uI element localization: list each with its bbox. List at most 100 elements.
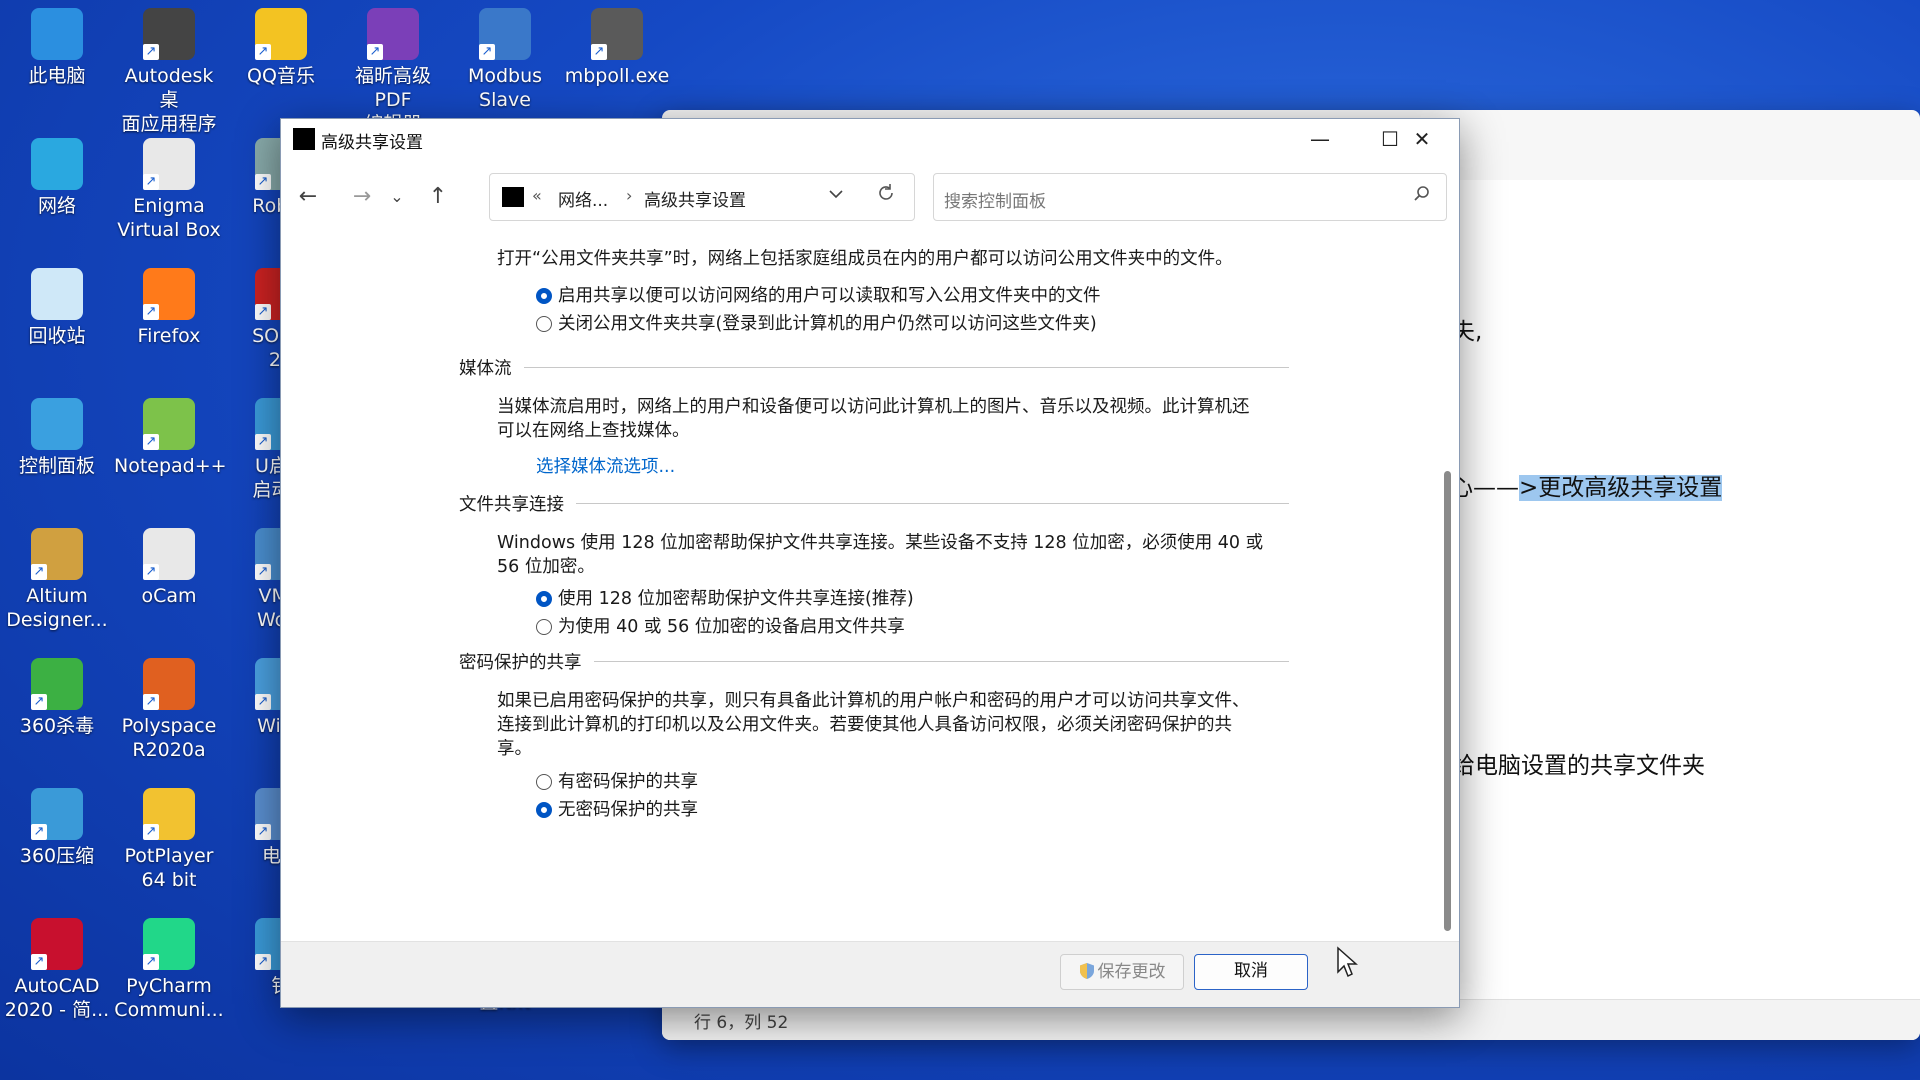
public-sharing-off-label: 关闭公用文件夹共享(登录到此计算机的用户仍然可以访问这些文件夹)	[558, 314, 1097, 334]
desktop-icon[interactable]: ↗ 360压缩	[2, 782, 112, 868]
desktop-icon-label: Modbus Slave	[467, 65, 543, 111]
media-description-line: 可以在网络上查找媒体。	[497, 421, 690, 441]
shortcut-arrow-icon: ↗	[255, 174, 271, 190]
shortcut-arrow-icon: ↗	[31, 824, 47, 840]
desktop-icon-label: 360杀毒	[19, 715, 95, 737]
close-icon: ✕	[1413, 127, 1431, 151]
close-button[interactable]: ✕	[1385, 119, 1459, 159]
desktop-icon[interactable]: 此电脑	[2, 2, 112, 88]
window-app-icon	[293, 128, 315, 150]
advanced-sharing-window[interactable]: 高级共享设置 — ☐ ✕ ← → ⌄ ↑ « 网络... › 高级共享设置 搜索…	[280, 118, 1460, 1008]
shortcut-arrow-icon: ↗	[255, 434, 271, 450]
radio-selected[interactable]	[536, 288, 552, 304]
notepad-line: 心——>更改高级共享设置	[1450, 468, 1723, 502]
radio-unselected[interactable]	[536, 316, 552, 332]
public-sharing-on-label: 启用共享以便可以访问网络的用户可以读取和写入公用文件夹中的文件	[558, 286, 1101, 306]
desktop-icon[interactable]: ↗ oCam	[114, 522, 224, 608]
app-icon: ↗	[143, 268, 195, 320]
desktop-icon[interactable]: ↗ Autodesk 桌 面应用程序	[114, 2, 224, 136]
breadcrumb-network[interactable]: 网络...	[558, 186, 608, 211]
password-protected-on-option[interactable]: 有密码保护的共享	[536, 768, 698, 792]
desktop-icon-label: mbpoll.exe	[564, 65, 670, 87]
desktop-icon[interactable]: ↗ PyCharm Communi...	[114, 912, 224, 1022]
back-arrow-icon: ←	[298, 184, 318, 209]
desktop-icon[interactable]: ↗ QQ音乐	[226, 2, 336, 88]
minimize-button[interactable]: —	[1285, 119, 1355, 159]
password-protected-off-option[interactable]: 无密码保护的共享	[536, 796, 698, 820]
radio-unselected[interactable]	[536, 619, 552, 635]
desktop-icon-label: 360压缩	[19, 845, 95, 867]
shortcut-arrow-icon: ↗	[31, 564, 47, 580]
title-bar[interactable]: 高级共享设置 — ☐ ✕	[281, 119, 1459, 159]
desktop-icon[interactable]: ↗ 360杀毒	[2, 652, 112, 738]
vertical-scrollbar[interactable]	[1441, 241, 1453, 941]
public-sharing-on-option[interactable]: 启用共享以便可以访问网络的用户可以读取和写入公用文件夹中的文件	[536, 282, 1101, 306]
cancel-button[interactable]: 取消	[1194, 954, 1308, 990]
breadcrumb-overflow-icon[interactable]: «	[532, 186, 542, 205]
desktop-icon[interactable]: 网络	[2, 132, 112, 218]
shortcut-arrow-icon: ↗	[143, 694, 159, 710]
app-icon: ↗	[31, 528, 83, 580]
radio-selected[interactable]	[536, 591, 552, 607]
desktop-icon[interactable]: ↗ Enigma Virtual Box	[114, 132, 224, 242]
desktop-icon[interactable]: ↗ Notepad++	[114, 392, 227, 478]
notepad-line: 给电脑设置的共享文件夹	[1452, 753, 1705, 779]
file-sharing-section-header: 文件共享连接	[459, 491, 1289, 516]
shortcut-arrow-icon: ↗	[143, 304, 159, 320]
app-icon	[31, 268, 83, 320]
up-arrow-icon: ↑	[428, 184, 448, 209]
up-button[interactable]: ↑	[423, 183, 453, 211]
desktop-icon-label: 回收站	[28, 325, 86, 347]
section-divider	[459, 503, 1289, 504]
notepad-line-prefix: 心——	[1450, 475, 1519, 501]
section-title: 密码保护的共享	[459, 649, 594, 674]
desktop-icon-label: 此电脑	[28, 65, 86, 87]
desktop-icon[interactable]: ↗ Altium Designer...	[2, 522, 112, 632]
desktop-icon[interactable]: ↗ Polyspace R2020a	[114, 652, 224, 762]
address-bar[interactable]: « 网络... › 高级共享设置	[489, 173, 915, 221]
public-sharing-off-option[interactable]: 关闭公用文件夹共享(登录到此计算机的用户仍然可以访问这些文件夹)	[536, 310, 1097, 334]
desktop-icon[interactable]: ↗ Firefox	[114, 262, 224, 348]
encryption-128-option[interactable]: 使用 128 位加密帮助保护文件共享连接(推荐)	[536, 585, 914, 609]
app-icon: ↗	[31, 658, 83, 710]
radio-selected[interactable]	[536, 802, 552, 818]
address-dropdown-icon[interactable]	[827, 185, 845, 207]
refresh-icon[interactable]	[875, 182, 897, 210]
desktop-icon[interactable]: ↗福昕高级PDF 编辑器	[338, 2, 448, 136]
desktop-icon[interactable]: ↗ mbpoll.exe	[562, 2, 672, 88]
desktop-icon[interactable]: ↗ PotPlayer 64 bit	[114, 782, 224, 892]
navigation-bar: ← → ⌄ ↑ « 网络... › 高级共享设置 搜索控制面板	[281, 169, 1459, 225]
desktop-icon[interactable]: 回收站	[2, 262, 112, 348]
app-icon: ↗	[143, 528, 195, 580]
forward-button[interactable]: →	[347, 183, 377, 211]
search-box[interactable]: 搜索控制面板	[933, 173, 1447, 221]
chevron-down-icon: ⌄	[390, 187, 404, 206]
desktop-icon[interactable]: ↗ AutoCAD 2020 - 简...	[2, 912, 112, 1022]
section-divider	[459, 367, 1289, 368]
password-sharing-description: 如果已启用密码保护的共享，则只有具备此计算机的用户帐户和密码的用户才可以访问共享…	[497, 689, 1250, 761]
radio-unselected[interactable]	[536, 774, 552, 790]
section-title: 文件共享连接	[459, 491, 576, 516]
encryption-40-56-option[interactable]: 为使用 40 或 56 位加密的设备启用文件共享	[536, 613, 905, 637]
recent-locations-button[interactable]: ⌄	[387, 183, 407, 211]
breadcrumb-chevron-icon: ›	[626, 186, 633, 205]
scrollbar-thumb[interactable]	[1444, 471, 1451, 931]
shortcut-arrow-icon: ↗	[255, 44, 271, 60]
app-icon: ↗	[31, 918, 83, 970]
shortcut-arrow-icon: ↗	[255, 564, 271, 580]
app-icon	[31, 8, 83, 60]
search-placeholder[interactable]: 搜索控制面板	[944, 187, 1046, 212]
file-sharing-description-line: Windows 使用 128 位加密帮助保护文件共享连接。某些设备不支持 128…	[497, 533, 1264, 553]
desktop-icon-label: Autodesk 桌 面应用程序	[121, 65, 217, 135]
breadcrumb-advanced-sharing[interactable]: 高级共享设置	[644, 186, 746, 211]
desktop-icon-label: PyCharm Communi...	[114, 975, 224, 1021]
desktop-icon-label: Firefox	[137, 325, 201, 347]
app-icon: ↗	[255, 8, 307, 60]
back-button[interactable]: ←	[293, 183, 323, 211]
desktop-icon[interactable]: ↗ Modbus Slave	[450, 2, 560, 112]
search-icon[interactable]	[1412, 184, 1432, 209]
desktop-icon[interactable]: 控制面板	[2, 392, 112, 478]
shortcut-arrow-icon: ↗	[143, 564, 159, 580]
save-changes-button[interactable]: 保存更改	[1060, 954, 1184, 990]
media-streaming-options-link[interactable]: 选择媒体流选项...	[536, 453, 675, 478]
